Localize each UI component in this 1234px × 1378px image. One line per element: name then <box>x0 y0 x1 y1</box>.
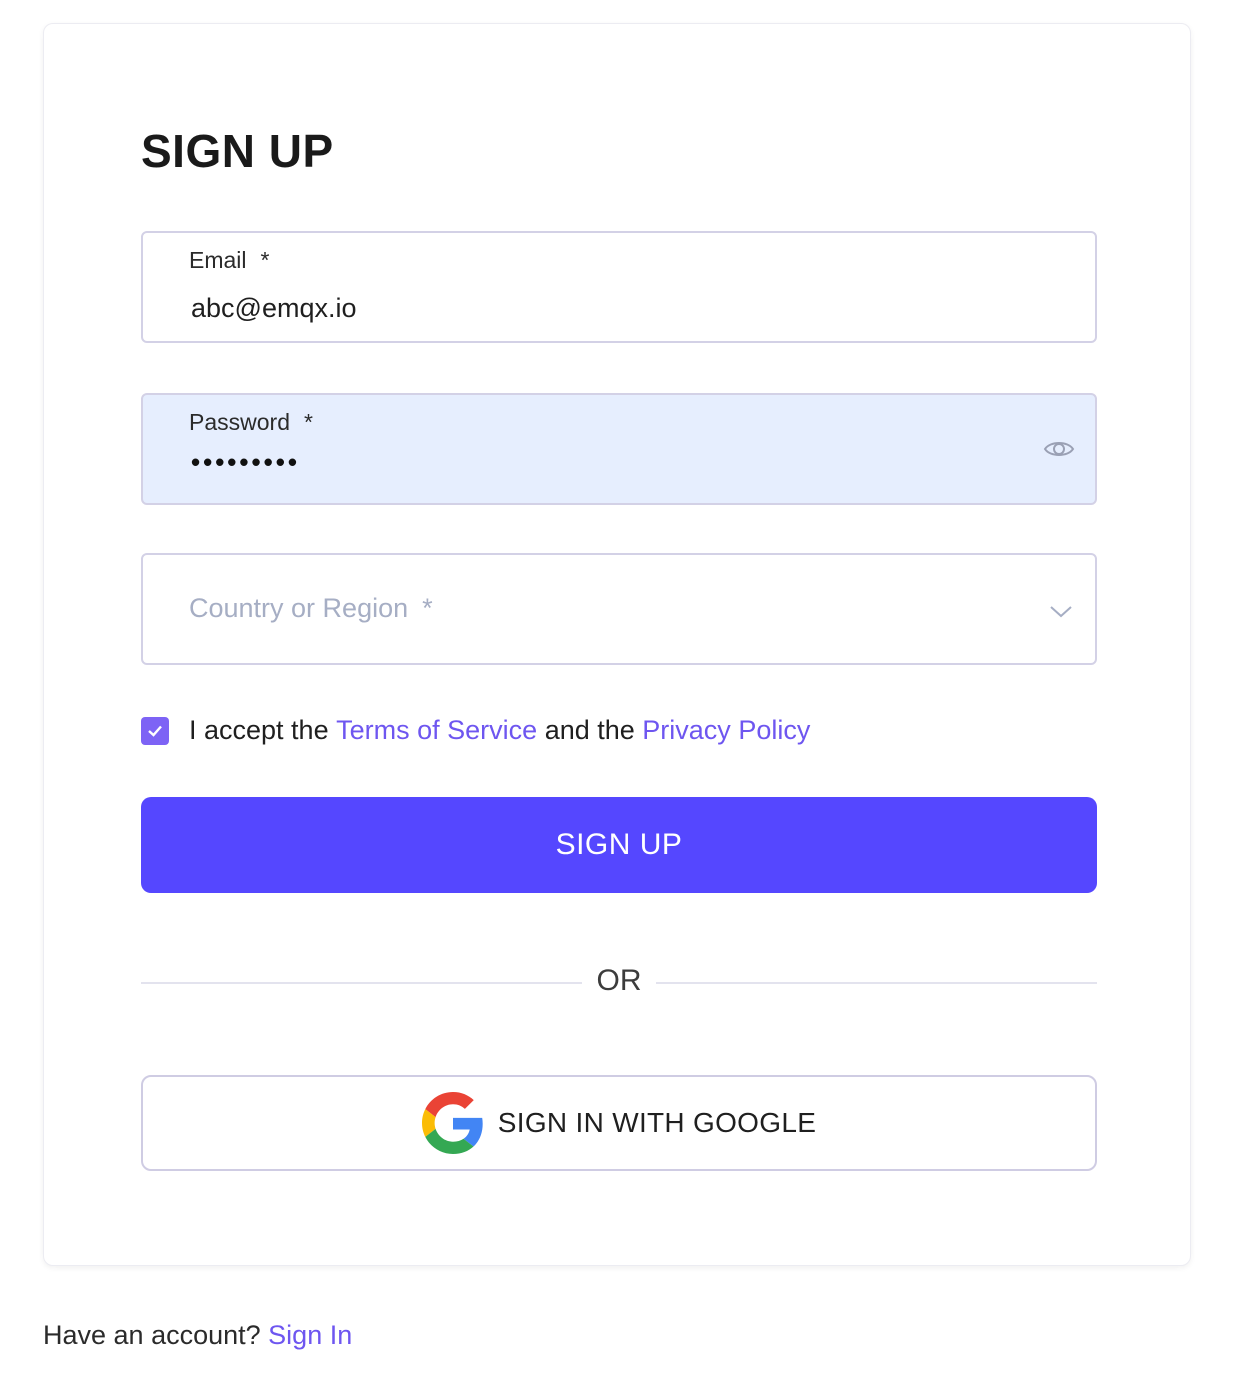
terms-of-service-link[interactable]: Terms of Service <box>336 715 537 746</box>
divider-line-left <box>141 982 582 984</box>
country-select[interactable]: Country or Region * <box>141 553 1097 665</box>
page-title: SIGN UP <box>141 125 334 177</box>
country-placeholder: Country or Region * <box>189 593 433 624</box>
google-signin-label: SIGN IN WITH GOOGLE <box>497 1107 817 1138</box>
google-logo-icon <box>421 1092 483 1154</box>
country-required-mark: * <box>422 593 433 623</box>
consent-middle: and the <box>544 715 635 745</box>
password-field[interactable]: Password * ••••••••• <box>141 393 1097 505</box>
email-label: Email * <box>189 247 269 274</box>
consent-prefix: I accept the <box>189 715 329 745</box>
sign-up-button[interactable]: SIGN UP <box>141 797 1097 893</box>
email-label-text: Email <box>189 247 247 273</box>
password-label-text: Password <box>189 409 290 435</box>
sign-in-link[interactable]: Sign In <box>268 1320 352 1350</box>
signup-card: SIGN UP Email * abc@emqx.io Password * •••… <box>43 23 1191 1266</box>
email-value[interactable]: abc@emqx.io <box>191 293 356 324</box>
divider-text: OR <box>596 964 642 997</box>
privacy-policy-link[interactable]: Privacy Policy <box>642 715 810 746</box>
chevron-down-icon[interactable] <box>1049 599 1073 623</box>
divider-line-right <box>656 982 1097 984</box>
terms-checkbox[interactable] <box>141 716 169 745</box>
or-divider: OR <box>141 960 1097 1006</box>
password-value[interactable]: ••••••••• <box>191 447 300 478</box>
password-label: Password * <box>189 409 313 436</box>
password-required-mark: * <box>303 409 313 435</box>
google-signin-button[interactable]: SIGN IN WITH GOOGLE <box>141 1075 1097 1171</box>
terms-consent: I accept the Terms of Service and the Pr… <box>141 715 810 746</box>
email-field[interactable]: Email * abc@emqx.io <box>141 231 1097 343</box>
eye-icon[interactable] <box>1043 433 1075 465</box>
sign-up-button-label: SIGN UP <box>555 828 683 861</box>
checkmark-icon <box>148 725 162 737</box>
signin-prompt: Have an account? Sign In <box>43 1320 352 1351</box>
country-placeholder-text: Country or Region <box>189 593 409 623</box>
email-required-mark: * <box>260 247 270 273</box>
signin-prompt-text: Have an account? <box>43 1320 261 1350</box>
